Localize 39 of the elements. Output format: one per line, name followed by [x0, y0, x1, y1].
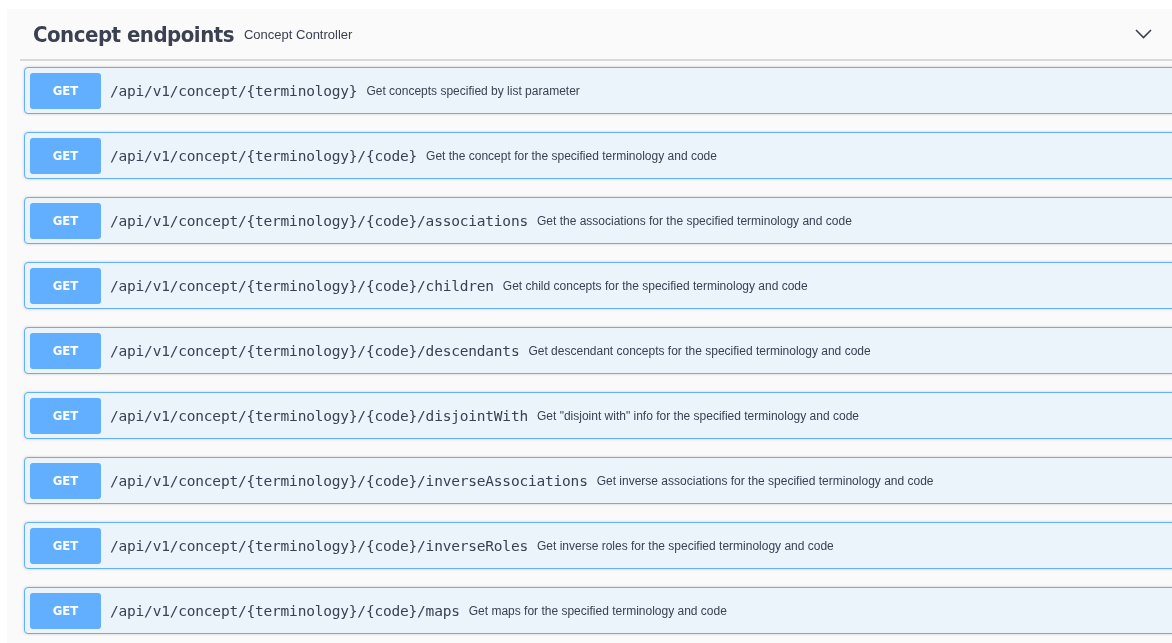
method-badge: GET: [30, 397, 101, 434]
endpoint-summary: Get concepts specified by list parameter: [366, 83, 580, 98]
endpoint-path: /api/v1/concept/{terminology}/{code}/children: [110, 277, 494, 294]
endpoint-summary: Get "disjoint with" info for the specified terminology and code: [536, 408, 859, 423]
endpoint-path: /api/v1/concept/{terminology}/{code}/inverseRoles: [110, 537, 528, 554]
method-badge: GET: [30, 592, 101, 629]
section-title[interactable]: Concept endpoints: [33, 21, 234, 47]
endpoint-summary: Get inverse associations for the specified terminology and code: [596, 473, 934, 488]
endpoint-path: /api/v1/concept/{terminology}/{code}/inverseAssociations: [110, 472, 588, 489]
method-badge: GET: [30, 137, 101, 174]
endpoint-row[interactable]: GET /api/v1/concept/{terminology}/{code}/children Get child concepts for the specified terminology and code: [24, 262, 1172, 309]
endpoint-row[interactable]: GET /api/v1/concept/{terminology}/{code}/disjointWith Get "disjoint with" info for the specified terminology and code: [24, 392, 1172, 439]
endpoint-summary: Get the associations for the specified terminology and code: [536, 213, 852, 228]
method-badge: GET: [30, 72, 101, 109]
method-badge: GET: [30, 267, 101, 304]
endpoint-summary: Get the concept for the specified terminology and code: [426, 148, 717, 163]
endpoint-path: /api/v1/concept/{terminology}: [110, 82, 358, 99]
endpoint-summary: Get child concepts for the specified terminology and code: [502, 278, 808, 293]
method-badge: GET: [30, 202, 101, 239]
endpoint-path: /api/v1/concept/{terminology}/{code}/disjointWith: [110, 407, 528, 424]
endpoint-path: /api/v1/concept/{terminology}/{code}/descendants: [110, 342, 520, 359]
endpoint-row[interactable]: GET /api/v1/concept/{terminology}/{code}/descendants Get descendant concepts for the specified terminology and code: [24, 327, 1172, 374]
endpoint-summary: Get maps for the specified terminology and code: [468, 603, 727, 618]
endpoint-row[interactable]: GET /api/v1/concept/{terminology}/{code}/inverseAssociations Get inverse associations for the specified terminology and code: [24, 457, 1172, 504]
chevron-icon[interactable]: [1135, 29, 1152, 39]
endpoint-row[interactable]: GET /api/v1/concept/{terminology}/{code}/maps Get maps for the specified terminology and code: [24, 587, 1172, 634]
method-badge: GET: [30, 332, 101, 369]
endpoint-path: /api/v1/concept/{terminology}/{code}/associations: [110, 212, 528, 229]
endpoint-summary: Get descendant concepts for the specified terminology and code: [528, 343, 871, 358]
endpoint-path: /api/v1/concept/{terminology}/{code}: [110, 147, 418, 164]
endpoint-row[interactable]: GET /api/v1/concept/{terminology}/{code}/inverseRoles Get inverse roles for the specified terminology and code: [24, 522, 1172, 569]
endpoint-row[interactable]: GET /api/v1/concept/{terminology}/{code}/associations Get the associations for the specified terminology and code: [24, 197, 1172, 244]
method-badge: GET: [30, 527, 101, 564]
method-badge: GET: [30, 462, 101, 499]
endpoint-row[interactable]: GET /api/v1/concept/{terminology}/{code} Get the concept for the specified terminology and code: [24, 132, 1172, 179]
section-description: Concept Controller: [244, 26, 353, 42]
endpoint-summary: Get inverse roles for the specified terminology and code: [536, 538, 834, 553]
endpoint-path: /api/v1/concept/{terminology}/{code}/maps: [110, 602, 460, 619]
endpoint-row[interactable]: GET /api/v1/concept/{terminology} Get concepts specified by list parameter: [24, 67, 1172, 114]
